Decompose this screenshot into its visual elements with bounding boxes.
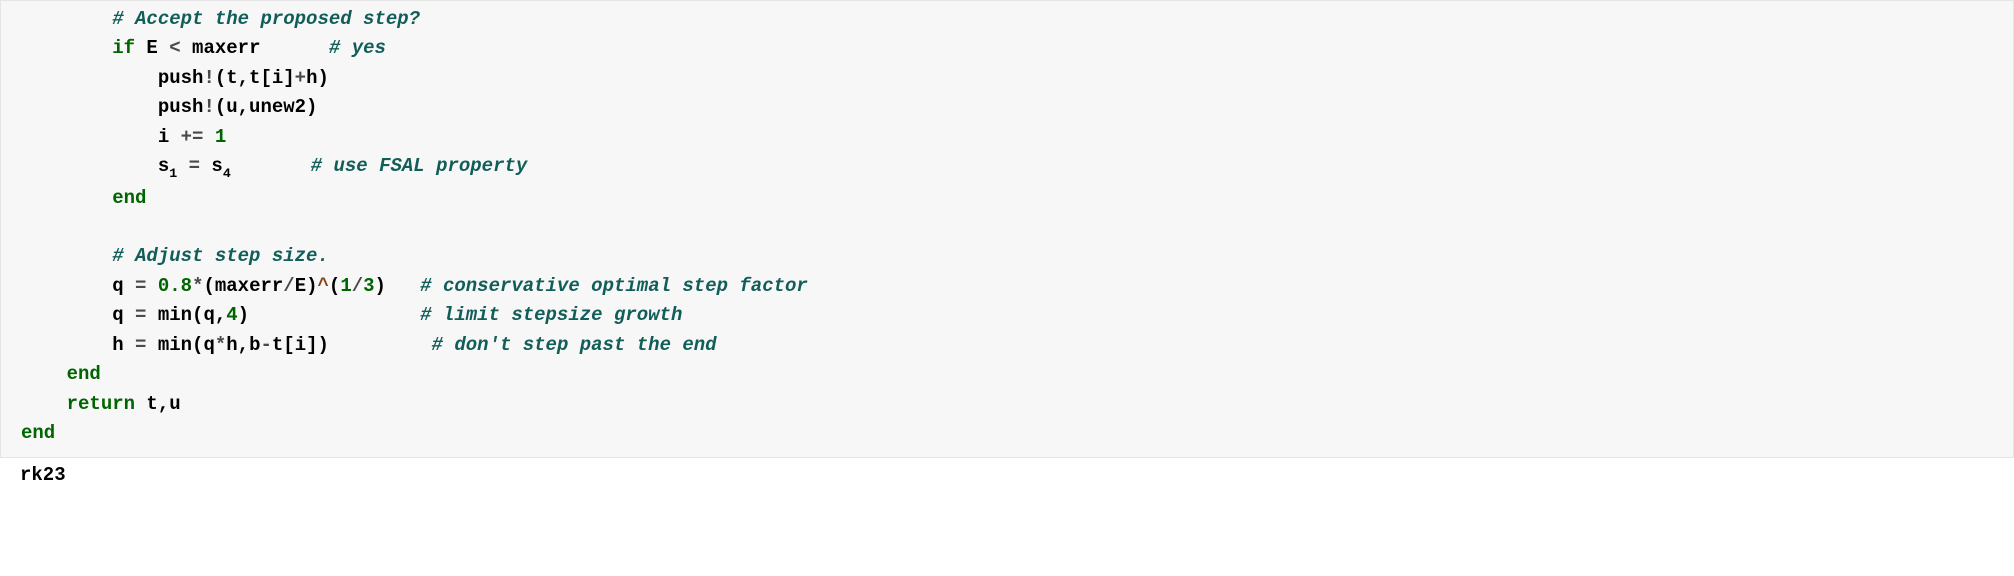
comment: # limit stepsize growth [420,304,682,326]
code-text [177,155,188,177]
number: 0.8 [158,275,192,297]
operator: + [295,67,306,89]
code-text [231,155,311,177]
code-text: q [21,275,135,297]
keyword-end: end [67,363,101,385]
comment: # don't step past the end [432,334,717,356]
comment: # Accept the proposed step? [21,8,420,30]
code-text [21,187,112,209]
code-text: t,u [135,393,181,415]
code-text: h) [306,67,329,89]
code-text [21,363,67,385]
operator: ! [203,96,214,118]
operator: ! [203,67,214,89]
output-text: rk23 [0,458,2014,486]
code-text: i [21,126,181,148]
code-text: min(q, [146,304,226,326]
keyword-end: end [112,187,146,209]
code-text: push [21,96,203,118]
comment: # conservative optimal step factor [420,275,808,297]
operator: * [192,275,203,297]
comment: # yes [329,37,386,59]
operator: < [169,37,180,59]
code-text [146,275,157,297]
code-text: h,b [226,334,260,356]
keyword-return: return [67,393,135,415]
code-text: (t,t[i] [215,67,295,89]
code-text: s [200,155,223,177]
code-text: ( [329,275,340,297]
code-text: t[i]) [272,334,432,356]
number: 1 [340,275,351,297]
keyword-if: if [112,37,135,59]
operator: - [260,334,271,356]
operator: / [283,275,294,297]
code-text: push [21,67,203,89]
keyword-end: end [21,422,55,444]
number: 1 [215,126,226,148]
subscript: 4 [223,166,231,181]
code-text [21,37,112,59]
subscript: 1 [169,166,177,181]
code-text: min(q [146,334,214,356]
code-text: ) [375,275,421,297]
code-text [203,126,214,148]
number: 4 [226,304,237,326]
code-text: maxerr [181,37,329,59]
operator: = [135,304,146,326]
code-text: ) [238,304,420,326]
code-text: s [21,155,169,177]
code-text: (maxerr [203,275,283,297]
number: 3 [363,275,374,297]
operator: = [189,155,200,177]
operator: / [352,275,363,297]
code-text: E [135,37,169,59]
code-text: h [21,334,135,356]
code-text [21,245,112,267]
comment: # use FSAL property [311,155,528,177]
operator: += [181,126,204,148]
comment: # Adjust step size. [112,245,329,267]
code-text: E) [295,275,318,297]
operator-caret: ^ [318,275,329,297]
operator: = [135,275,146,297]
operator: * [215,334,226,356]
code-text [21,393,67,415]
code-text: (u,unew2) [215,96,318,118]
code-block: # Accept the proposed step? if E < maxer… [0,0,2014,458]
operator: = [135,334,146,356]
code-text: q [21,304,135,326]
